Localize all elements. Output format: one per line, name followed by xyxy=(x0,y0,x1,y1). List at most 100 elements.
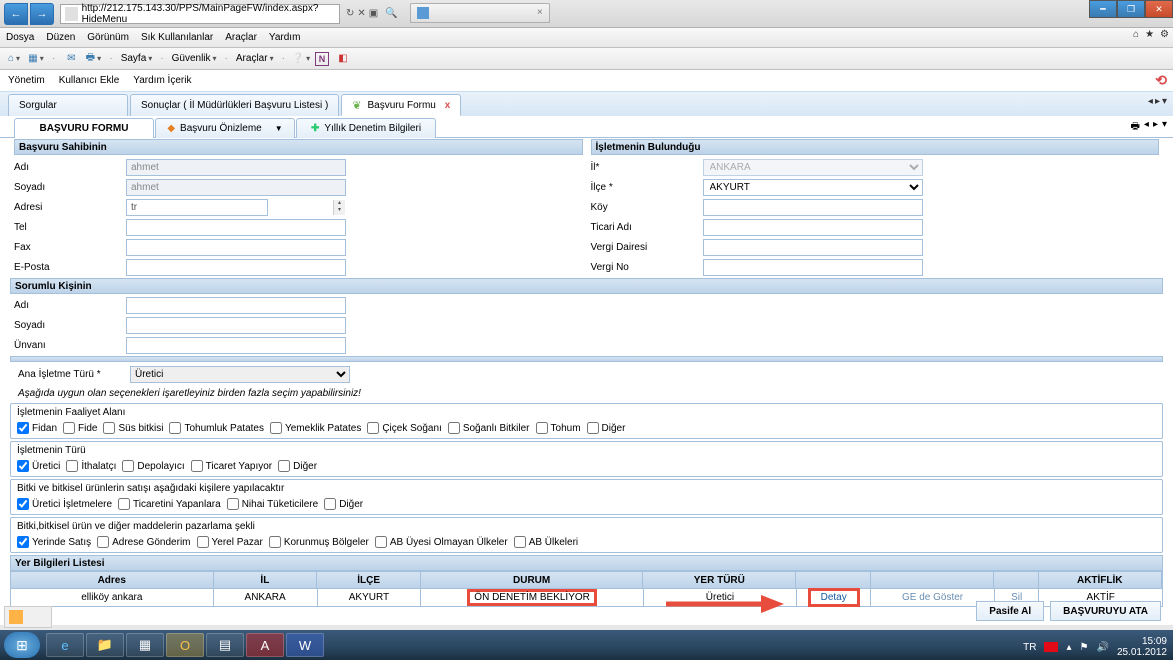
checkbox-option[interactable]: Çiçek Soğanı xyxy=(367,422,441,434)
subtab-list-icon[interactable]: ▾ xyxy=(1162,119,1167,136)
volume-icon[interactable]: 🔊 xyxy=(1096,642,1108,653)
menu-file[interactable]: Dosya xyxy=(6,32,34,43)
checkbox[interactable] xyxy=(197,536,209,548)
app-menu-yardim[interactable]: Yardım İçerik xyxy=(133,75,191,86)
menu-view[interactable]: Görünüm xyxy=(87,32,129,43)
stop-icon[interactable]: ✕ xyxy=(357,8,365,19)
onenote-icon[interactable]: N xyxy=(315,52,329,66)
tab-list-icon[interactable]: ▾ xyxy=(1162,96,1167,107)
checkbox[interactable] xyxy=(17,422,29,434)
tray-chevron-icon[interactable]: ▴ xyxy=(1066,642,1071,653)
checkbox-option[interactable]: AB Ülkeleri xyxy=(514,536,578,548)
tab-basvuru-formu[interactable]: ❦ Başvuru Formu x xyxy=(341,94,461,116)
input-adi[interactable] xyxy=(126,159,346,176)
task-word[interactable]: W xyxy=(286,633,324,657)
clock[interactable]: 15:0925.01.2012 xyxy=(1117,636,1167,658)
task-pdf[interactable]: A xyxy=(246,633,284,657)
checkbox-option[interactable]: Nihai Tüketicilere xyxy=(227,498,319,510)
checkbox[interactable] xyxy=(191,460,203,472)
search-icon[interactable]: 🔍 xyxy=(385,8,397,19)
task-explorer[interactable]: 📁 xyxy=(86,633,124,657)
subtab-yillik[interactable]: ✚Yıllık Denetim Bilgileri xyxy=(296,118,436,138)
app-menu-yonetim[interactable]: Yönetim xyxy=(8,75,45,86)
tab-sorgular[interactable]: Sorgular xyxy=(8,94,128,116)
tools-menu[interactable]: Araçlar xyxy=(236,53,274,64)
checkbox-option[interactable]: Yerinde Satış xyxy=(17,536,91,548)
input-soyadi[interactable] xyxy=(126,179,346,196)
feeds-dropdown-icon[interactable]: ▦ xyxy=(28,51,44,67)
checkbox[interactable] xyxy=(17,536,29,548)
checkbox-option[interactable]: Fidan xyxy=(17,422,57,434)
browser-tab[interactable]: × xyxy=(410,3,550,23)
checkbox-option[interactable]: Depolayıcı xyxy=(122,460,184,472)
window-restore[interactable]: ❐ xyxy=(1117,0,1145,18)
checkbox-option[interactable]: Süs bitkisi xyxy=(103,422,163,434)
subtab-right-icon[interactable]: ▸ xyxy=(1153,119,1158,136)
basvuruyu-ata-button[interactable]: BAŞVURUYU ATA xyxy=(1050,601,1161,621)
checkbox[interactable] xyxy=(169,422,181,434)
checkbox-option[interactable]: Üretici xyxy=(17,460,60,472)
nav-forward-button[interactable]: → xyxy=(30,3,54,25)
checkbox[interactable] xyxy=(63,422,75,434)
checkbox[interactable] xyxy=(97,536,109,548)
tab-scroll-right-icon[interactable]: ▸ xyxy=(1155,96,1160,107)
checkbox[interactable] xyxy=(536,422,548,434)
checkbox-option[interactable]: Ticaret Yapıyor xyxy=(191,460,273,472)
tab-scroll-left-icon[interactable]: ◂ xyxy=(1148,96,1153,107)
print-icon[interactable]: 🖶 xyxy=(1130,119,1139,136)
favorites-icon[interactable]: ★ xyxy=(1145,29,1154,40)
checkbox-option[interactable]: Fide xyxy=(63,422,97,434)
checkbox-option[interactable]: Diğer xyxy=(324,498,363,510)
input-sorumlu-soyadi[interactable] xyxy=(126,317,346,334)
checkbox-option[interactable]: Diğer xyxy=(587,422,626,434)
home-icon[interactable]: ⌂ xyxy=(1133,29,1139,40)
start-button[interactable]: ⊞ xyxy=(4,632,40,658)
task-calc[interactable]: ▤ xyxy=(206,633,244,657)
home-dropdown-icon[interactable]: ⌂ xyxy=(6,51,22,67)
extension-icon[interactable]: ◧ xyxy=(335,51,351,67)
checkbox[interactable] xyxy=(587,422,599,434)
input-adresi[interactable] xyxy=(126,199,268,216)
checkbox[interactable] xyxy=(448,422,460,434)
input-unvan[interactable] xyxy=(126,337,346,354)
checkbox-option[interactable]: Korunmuş Bölgeler xyxy=(269,536,369,548)
checkbox[interactable] xyxy=(278,460,290,472)
menu-help[interactable]: Yardım xyxy=(269,32,301,43)
highlight-detay[interactable]: Detay xyxy=(808,588,860,607)
input-tel[interactable] xyxy=(126,219,346,236)
checkbox-option[interactable]: Soğanlı Bitkiler xyxy=(448,422,530,434)
mail-icon[interactable]: ✉ xyxy=(63,51,79,67)
td-detay[interactable]: Detay xyxy=(797,589,871,606)
page-menu[interactable]: Sayfa xyxy=(121,53,153,64)
print-dropdown-icon[interactable]: 🖶 xyxy=(85,51,101,67)
checkbox[interactable] xyxy=(514,536,526,548)
subtab-onizleme[interactable]: ◆Başvuru Önizleme▼ xyxy=(155,118,295,138)
action-center-icon[interactable]: ⚑ xyxy=(1080,642,1089,653)
tab-sonuclar[interactable]: Sonuçlar ( İl Müdürlükleri Başvuru Liste… xyxy=(130,94,339,116)
checkbox[interactable] xyxy=(375,536,387,548)
input-sorumlu-adi[interactable] xyxy=(126,297,346,314)
select-ilce[interactable]: AKYURT xyxy=(703,179,923,196)
input-fax[interactable] xyxy=(126,239,346,256)
task-outlook[interactable]: O xyxy=(166,633,204,657)
select-anaturu[interactable]: Üretici xyxy=(130,366,350,383)
menu-edit[interactable]: Düzen xyxy=(46,32,75,43)
menu-favorites[interactable]: Sık Kullanılanlar xyxy=(141,32,213,43)
reset-layout-icon[interactable]: ⟲ xyxy=(1155,72,1167,89)
checkbox-option[interactable]: Tohumluk Patates xyxy=(169,422,264,434)
compat-icon[interactable]: ▣ xyxy=(369,8,378,19)
window-close[interactable]: ✕ xyxy=(1145,0,1173,18)
input-koy[interactable] xyxy=(703,199,923,216)
checkbox-option[interactable]: Ticaretini Yapanlara xyxy=(118,498,221,510)
help-icon[interactable]: ❔ xyxy=(293,51,309,67)
checkbox[interactable] xyxy=(122,460,134,472)
checkbox-option[interactable]: AB Üyesi Olmayan Ülkeler xyxy=(375,536,508,548)
checkbox[interactable] xyxy=(367,422,379,434)
app-menu-kullanici[interactable]: Kullanıcı Ekle xyxy=(59,75,120,86)
input-ticari[interactable] xyxy=(703,219,923,236)
spinner-icon[interactable]: ▴▾ xyxy=(333,200,345,215)
checkbox[interactable] xyxy=(324,498,336,510)
checkbox-option[interactable]: İthalatçı xyxy=(66,460,116,472)
input-vdaire[interactable] xyxy=(703,239,923,256)
checkbox[interactable] xyxy=(66,460,78,472)
